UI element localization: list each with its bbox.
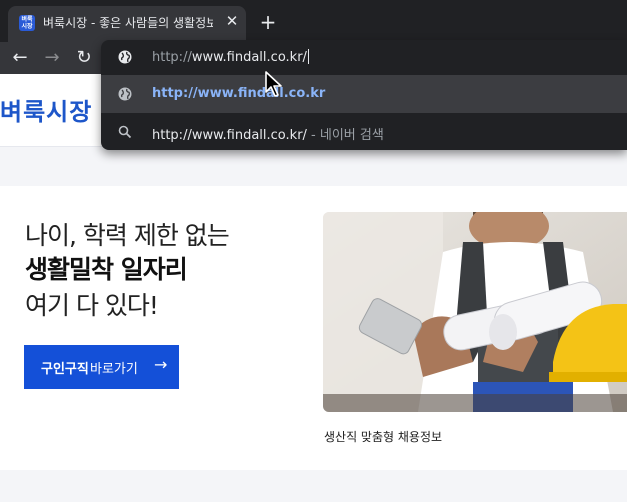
- back-button[interactable]: ←: [8, 46, 32, 70]
- reload-button[interactable]: ↻: [72, 46, 96, 70]
- hero-line-3: 여기 다 있다!: [25, 291, 159, 320]
- suggestion-row-url[interactable]: http://www.findall.co.kr: [101, 75, 627, 113]
- address-input[interactable]: http://www.findall.co.kr/: [152, 49, 309, 65]
- search-icon: [118, 125, 132, 139]
- worker-illustration: [323, 212, 627, 412]
- suggestion-engine: - 네이버 검색: [306, 128, 384, 143]
- cta-bold-label: 구인구직: [41, 362, 89, 377]
- browser-tab[interactable]: 벼룩시장 벼룩시장 - 좋은 사람들의 생활정보 ✕: [8, 6, 246, 42]
- hero-line-1: 나이, 학력 제한 없는: [25, 221, 230, 250]
- favicon-text: 벼룩시장: [21, 16, 33, 30]
- tab-title: 벼룩시장 - 좋은 사람들의 생활정보: [43, 16, 213, 30]
- globe-icon: [118, 50, 132, 64]
- site-favicon-icon: 벼룩시장: [19, 15, 35, 31]
- job-search-shortcut-button[interactable]: 구인구직 바로가기 →: [24, 345, 179, 389]
- suggestion-url-text: http://www.findall.co.kr: [152, 86, 326, 101]
- arrow-right-icon: →: [154, 355, 168, 374]
- hero-line-2: 생활밀착 일자리: [25, 255, 188, 284]
- text-caret: [307, 49, 309, 64]
- suggestion-row-search[interactable]: http://www.findall.co.kr/ - 네이버 검색: [101, 113, 627, 151]
- address-bar[interactable]: http://www.findall.co.kr/: [101, 40, 627, 74]
- url-scheme: http://: [152, 50, 192, 65]
- globe-icon: [118, 87, 132, 101]
- suggestion-query: http://www.findall.co.kr/: [152, 128, 307, 143]
- omnibox-dropdown: http://www.findall.co.kr/ http://www.fin…: [101, 40, 627, 150]
- hero-section: 나이, 학력 제한 없는 생활밀착 일자리 여기 다 있다! 구인구직 바로가기…: [0, 186, 627, 470]
- mouse-pointer-icon: [265, 71, 282, 97]
- close-tab-icon[interactable]: ✕: [222, 11, 242, 31]
- cta-label: 바로가기: [90, 362, 138, 377]
- worker-blueprint-photo[interactable]: [323, 212, 627, 412]
- url-host: www.findall.co.kr/: [191, 50, 307, 65]
- photo-caption[interactable]: 생산직 맞춤형 채용정보: [324, 428, 442, 445]
- forward-button[interactable]: →: [40, 46, 64, 70]
- new-tab-button[interactable]: +: [255, 10, 281, 34]
- suggestion-search-text: http://www.findall.co.kr/ - 네이버 검색: [152, 124, 384, 143]
- browser-tab-strip: 벼룩시장 벼룩시장 - 좋은 사람들의 생활정보 ✕ +: [0, 0, 627, 42]
- site-logo[interactable]: 벼룩시장: [0, 92, 92, 127]
